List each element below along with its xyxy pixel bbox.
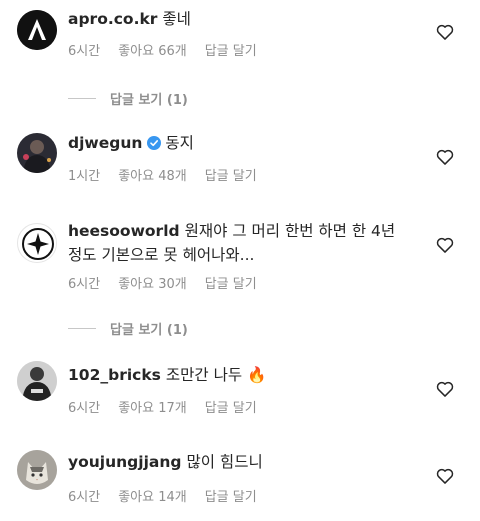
like-count[interactable]: 좋아요 14개: [118, 490, 187, 505]
comment-meta: 6시간 좋아요 17개 답글 달기: [68, 397, 275, 416]
comment-text: djwegun 동지: [68, 131, 408, 155]
timestamp: 6시간: [68, 44, 101, 59]
like-count[interactable]: 좋아요 30개: [118, 277, 187, 292]
heart-icon[interactable]: [435, 466, 455, 486]
username[interactable]: heesooworld: [68, 222, 180, 240]
timestamp: 6시간: [68, 401, 101, 416]
username[interactable]: djwegun: [68, 134, 142, 152]
avatar[interactable]: [17, 223, 57, 263]
view-replies-label: 답글 보기 (1): [110, 93, 188, 108]
divider-line: [68, 98, 96, 99]
view-replies-button[interactable]: 답글 보기 (1): [68, 89, 188, 108]
avatar[interactable]: [17, 133, 57, 173]
view-replies-button[interactable]: 답글 보기 (1): [68, 319, 188, 338]
comment-body: 많이 힘드니: [186, 453, 263, 471]
profile-photo-icon: [17, 361, 57, 401]
like-count[interactable]: 좋아요 66개: [118, 44, 187, 59]
reply-button[interactable]: 답글 달기: [205, 277, 257, 292]
comment-body: 동지: [165, 134, 194, 152]
username[interactable]: youjungjjang: [68, 453, 181, 471]
comment-text: heesooworld 원재야 그 머리 한번 하면 한 4년정도 기본으로 못 …: [68, 219, 408, 267]
timestamp: 6시간: [68, 490, 101, 505]
comment-meta: 6시간 좋아요 66개 답글 달기: [68, 40, 275, 59]
comment-meta: 6시간 좋아요 14개 답글 달기: [68, 486, 275, 505]
view-replies-label: 답글 보기 (1): [110, 323, 188, 338]
username[interactable]: 102_bricks: [68, 366, 161, 384]
like-count[interactable]: 좋아요 17개: [118, 401, 187, 416]
profile-photo-icon: [17, 133, 57, 173]
comment-body: 좋네: [162, 10, 191, 28]
timestamp: 1시간: [68, 169, 101, 184]
verified-badge-icon: [147, 136, 162, 150]
avatar[interactable]: [17, 361, 57, 401]
divider-line: [68, 328, 96, 329]
timestamp: 6시간: [68, 277, 101, 292]
reply-button[interactable]: 답글 달기: [205, 401, 257, 416]
heart-icon[interactable]: [435, 235, 455, 255]
star-logo-icon: [19, 225, 56, 262]
avatar[interactable]: [17, 450, 57, 490]
comment-text: 102_bricks 조만간 나두 🔥: [68, 363, 408, 387]
heart-icon[interactable]: [435, 147, 455, 167]
comment-body: 조만간 나두 🔥: [165, 366, 267, 384]
comment-text: youjungjjang 많이 힘드니: [68, 450, 408, 474]
username[interactable]: apro.co.kr: [68, 10, 157, 28]
comment-text: apro.co.kr 좋네: [68, 7, 408, 31]
cat-photo-icon: [17, 450, 57, 490]
comment-meta: 6시간 좋아요 30개 답글 달기: [68, 273, 275, 292]
reply-button[interactable]: 답글 달기: [205, 169, 257, 184]
like-count[interactable]: 좋아요 48개: [118, 169, 187, 184]
avatar[interactable]: [17, 10, 57, 50]
reply-button[interactable]: 답글 달기: [205, 490, 257, 505]
heart-icon[interactable]: [435, 22, 455, 42]
comment-meta: 1시간 좋아요 48개 답글 달기: [68, 165, 275, 184]
reply-button[interactable]: 답글 달기: [205, 44, 257, 59]
apro-logo-icon: [17, 10, 57, 50]
heart-icon[interactable]: [435, 379, 455, 399]
